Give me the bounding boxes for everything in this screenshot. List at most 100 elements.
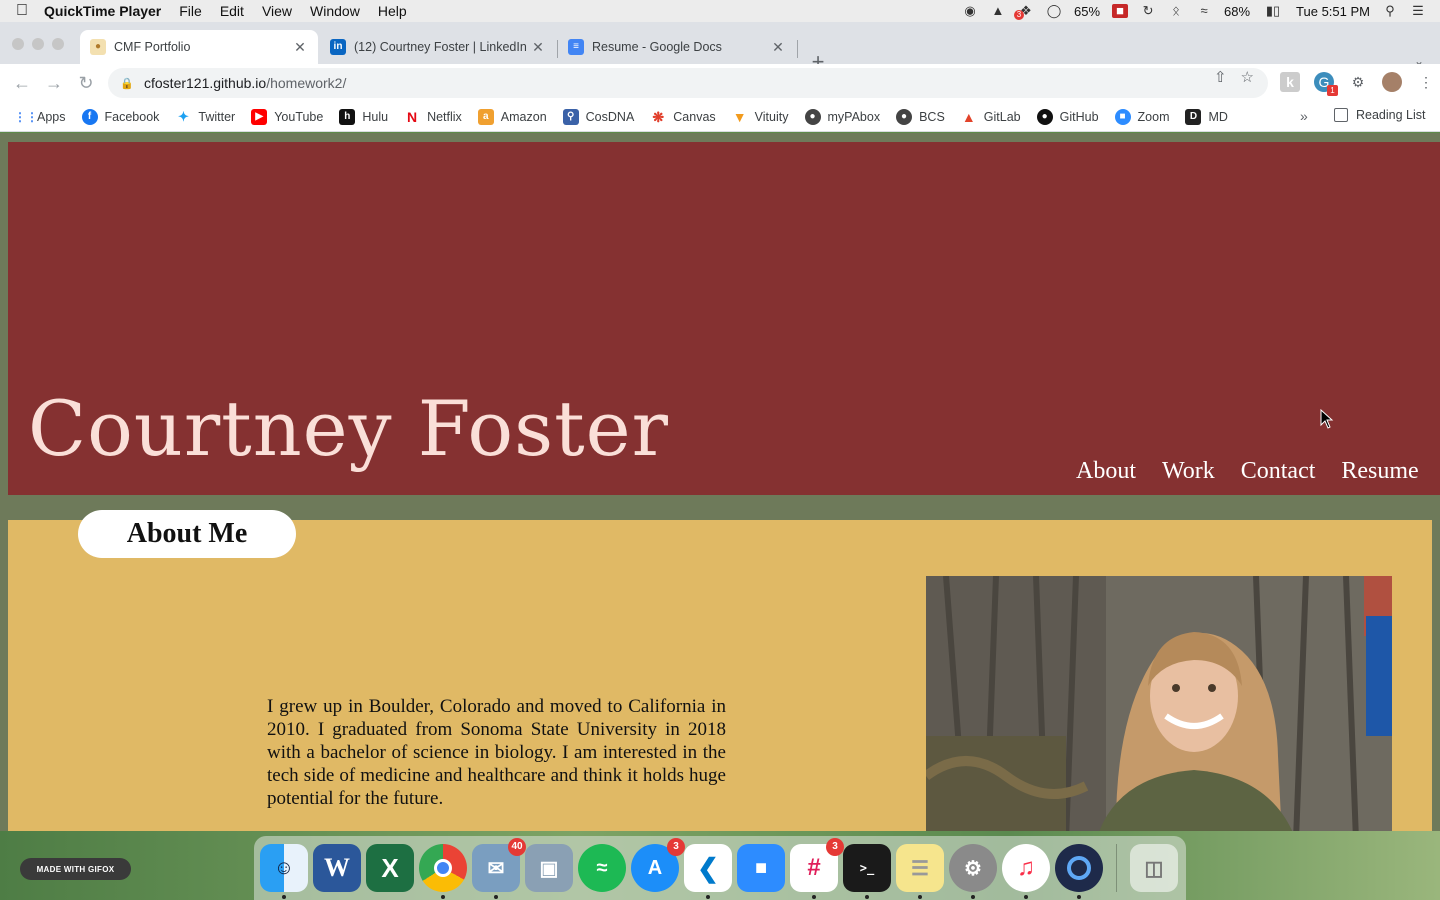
bookmark-facebook[interactable]: f Facebook: [81, 108, 160, 125]
bookmark-amazon[interactable]: a Amazon: [477, 108, 547, 125]
music-icon[interactable]: ♫: [1002, 844, 1050, 899]
dropbox-icon[interactable]: ❖ 3: [1013, 4, 1034, 20]
nav-contact-link[interactable]: Contact: [1241, 458, 1316, 485]
pdf-icon[interactable]: ■: [1112, 4, 1129, 18]
menu-help[interactable]: Help: [378, 3, 407, 19]
mail-badge: 40: [508, 838, 526, 856]
about-section: About Me I grew up in Boulder, Colorado …: [8, 510, 1432, 831]
wifi-icon[interactable]: ≈: [1196, 4, 1212, 18]
bookmark-mypabox[interactable]: ● myPAbox: [804, 108, 880, 125]
extension-k-icon[interactable]: k: [1280, 72, 1300, 92]
word-icon[interactable]: W: [313, 844, 361, 892]
bookmark-label: Facebook: [104, 109, 160, 124]
close-window-button[interactable]: [12, 38, 24, 50]
close-tab-icon[interactable]: ✕: [292, 39, 308, 56]
menubar-clock[interactable]: Tue 5:51 PM: [1296, 4, 1370, 19]
close-tab-icon[interactable]: ✕: [770, 39, 786, 56]
bookmark-github[interactable]: ● GitHub: [1036, 108, 1099, 125]
record-icon[interactable]: ◉: [962, 4, 978, 18]
slack-badge: 3: [826, 838, 844, 856]
notification-center-icon[interactable]: ☰: [1410, 4, 1426, 18]
menu-view[interactable]: View: [262, 3, 292, 19]
bookmark-apps[interactable]: ⋮⋮ Apps: [14, 109, 66, 125]
bluetooth-icon[interactable]: ᛟ: [1168, 4, 1184, 18]
menu-file[interactable]: File: [179, 3, 202, 19]
terminal-icon[interactable]: >_: [843, 844, 891, 899]
netflix-icon: N: [407, 108, 418, 125]
mail-icon[interactable]: ✉ 40: [472, 838, 526, 899]
menu-edit[interactable]: Edit: [220, 3, 244, 19]
address-bar-actions: ⇧ ☆: [1214, 68, 1254, 86]
app-menu[interactable]: QuickTime Player: [44, 3, 161, 19]
tab-linkedin[interactable]: in (12) Courtney Foster | LinkedIn ✕: [320, 30, 556, 64]
tab-cmf-portfolio[interactable]: ● CMF Portfolio ✕: [80, 30, 318, 64]
lock-icon[interactable]: 🔒: [120, 77, 134, 90]
bookmark-cosdna[interactable]: ⚲ CosDNA: [562, 108, 634, 125]
finder-icon[interactable]: ☺: [260, 844, 308, 899]
bookmark-youtube[interactable]: ▶ YouTube: [251, 108, 323, 125]
chrome-icon[interactable]: [419, 844, 467, 899]
minimize-window-button[interactable]: [32, 38, 44, 50]
time-machine-icon[interactable]: ↻: [1140, 4, 1156, 18]
reload-icon[interactable]: ↻: [70, 73, 102, 94]
reading-list-icon: [1334, 108, 1348, 122]
preview-icon[interactable]: ▣: [525, 844, 573, 892]
reading-list-label: Reading List: [1356, 108, 1426, 122]
extension-grammarly-icon[interactable]: G1: [1314, 72, 1338, 96]
about-paragraph: I grew up in Boulder, Colorado and moved…: [267, 696, 726, 809]
globe-icon: ●: [804, 108, 821, 125]
back-arrow-icon[interactable]: ←: [6, 73, 38, 94]
system-preferences-gear-icon[interactable]: ⚙: [949, 844, 997, 899]
bookmark-label: Amazon: [500, 109, 547, 124]
more-bookmarks-chevron-icon[interactable]: »: [1300, 108, 1308, 124]
bookmark-netflix[interactable]: N Netflix: [404, 109, 462, 125]
menu-window[interactable]: Window: [310, 3, 360, 19]
vscode-icon[interactable]: ❮: [684, 844, 732, 899]
tab-separator: [797, 40, 798, 58]
notes-icon[interactable]: ☰: [896, 844, 944, 899]
chrome-menu-icon[interactable]: ⋮: [1416, 72, 1436, 92]
bookmark-md[interactable]: D MD: [1185, 108, 1228, 125]
nav-work-link[interactable]: Work: [1162, 458, 1215, 485]
bookmark-hulu[interactable]: h Hulu: [339, 108, 388, 125]
battery-percent-1: 65%: [1073, 3, 1101, 19]
address-bar[interactable]: 🔒 cfoster121.github.io/homework2/ ⇧ ☆: [108, 68, 1268, 98]
quicktime-icon[interactable]: [1055, 844, 1103, 899]
fox-icon[interactable]: ▲: [990, 4, 1006, 18]
bookmark-zoom[interactable]: ■ Zoom: [1114, 108, 1169, 125]
spotlight-search-icon[interactable]: ⚲: [1382, 4, 1398, 18]
zoom-window-button[interactable]: [52, 38, 64, 50]
trash-icon[interactable]: ◫: [1130, 844, 1178, 892]
url-host: cfoster121.github.io: [144, 75, 267, 91]
nav-resume-link[interactable]: Resume: [1341, 458, 1418, 485]
reading-list-button[interactable]: Reading List: [1334, 108, 1426, 122]
app-store-icon[interactable]: A3: [631, 838, 685, 892]
bookmark-canvas[interactable]: ❋ Canvas: [650, 109, 715, 125]
excel-icon[interactable]: X: [366, 844, 414, 892]
battery-icon[interactable]: ▮▯: [1262, 4, 1284, 18]
disk-icon[interactable]: ◯: [1046, 4, 1062, 18]
linkedin-favicon-icon: in: [330, 39, 346, 55]
facebook-icon: f: [81, 108, 98, 125]
bookmark-bcs[interactable]: ● BCS: [896, 108, 945, 125]
zoom-icon[interactable]: ■: [737, 844, 785, 892]
bookmark-twitter[interactable]: ✦ Twitter: [175, 109, 235, 125]
nav-about-link[interactable]: About: [1076, 458, 1136, 485]
apple-menu-icon[interactable]: : [0, 2, 44, 20]
macos-menu-bar:  QuickTime Player File Edit View Window…: [0, 0, 1440, 22]
tab-label: CMF Portfolio: [114, 40, 191, 54]
twitter-bird-icon: ✦: [177, 108, 189, 124]
tab-google-docs[interactable]: ≡ Resume - Google Docs ✕: [558, 30, 796, 64]
bookmark-vituity[interactable]: ▼ Vituity: [732, 109, 789, 125]
forward-arrow-icon[interactable]: →: [38, 73, 70, 94]
bookmark-label: MD: [1208, 109, 1228, 124]
extensions-puzzle-icon[interactable]: ⚙: [1348, 72, 1368, 92]
page-viewport: Courtney Foster About Work Contact Resum…: [0, 133, 1440, 831]
close-tab-icon[interactable]: ✕: [530, 39, 546, 56]
profile-avatar[interactable]: [1382, 72, 1402, 92]
share-icon[interactable]: ⇧: [1214, 68, 1227, 86]
bookmark-gitlab[interactable]: ▲ GitLab: [961, 109, 1021, 125]
spotify-icon[interactable]: ≈: [578, 844, 626, 892]
slack-icon[interactable]: #3: [790, 838, 844, 899]
bookmark-star-icon[interactable]: ☆: [1241, 68, 1254, 86]
